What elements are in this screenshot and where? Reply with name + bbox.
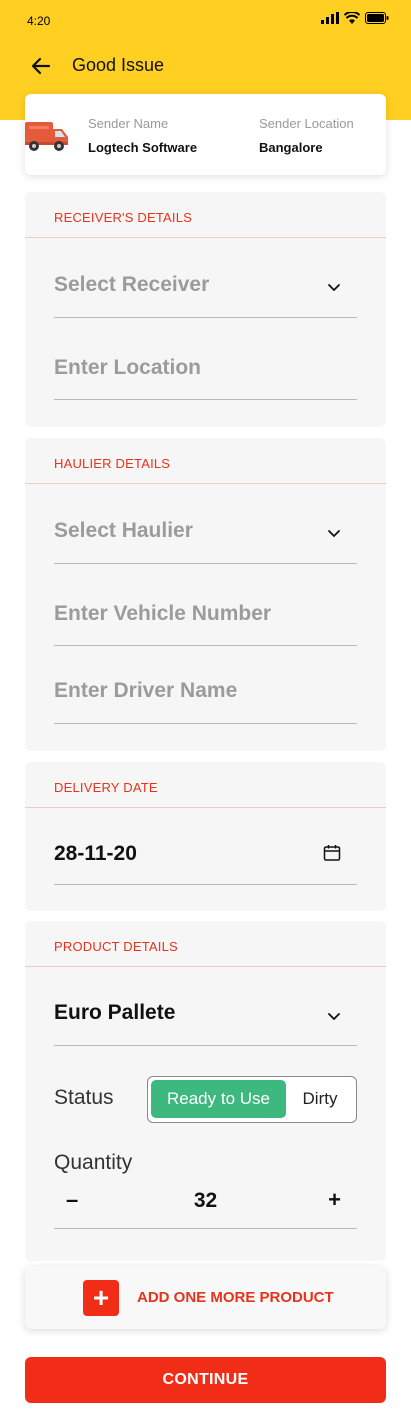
quantity-increment-button[interactable]: + bbox=[328, 1187, 341, 1213]
sender-name-value: Logtech Software bbox=[88, 140, 198, 155]
add-product-label[interactable]: ADD ONE MORE PRODUCT bbox=[137, 1289, 334, 1306]
driver-name-placeholder: Enter Driver Name bbox=[54, 679, 238, 702]
section-divider bbox=[25, 966, 386, 967]
vehicle-number-input[interactable]: Enter Vehicle Number bbox=[54, 594, 357, 646]
truck-icon bbox=[25, 122, 68, 151]
status-label: Status bbox=[54, 1086, 114, 1109]
select-receiver-placeholder: Select Receiver bbox=[54, 273, 210, 296]
back-arrow-icon[interactable] bbox=[30, 55, 52, 77]
sender-name-label: Sender Name bbox=[88, 116, 169, 131]
section-divider bbox=[25, 237, 386, 238]
receiver-section-title: RECEIVER'S DETAILS bbox=[54, 210, 193, 225]
chevron-down-icon bbox=[328, 284, 340, 292]
signal-icon bbox=[321, 12, 339, 24]
haulier-section-title: HAULIER DETAILS bbox=[54, 456, 171, 471]
sender-location-label: Sender Location bbox=[259, 116, 354, 131]
quantity-value: 32 bbox=[193, 1189, 218, 1212]
continue-button[interactable]: CONTINUE bbox=[25, 1357, 386, 1403]
status-option-ready[interactable]: Ready to Use bbox=[151, 1080, 286, 1118]
section-divider bbox=[25, 483, 386, 484]
product-dropdown[interactable]: Euro Pallete bbox=[54, 991, 357, 1046]
section-divider bbox=[25, 807, 386, 808]
product-selected-value: Euro Pallete bbox=[54, 1001, 176, 1024]
quantity-label: Quantity bbox=[54, 1151, 133, 1174]
delivery-section-title: DELIVERY DATE bbox=[54, 780, 158, 795]
wifi-icon bbox=[344, 12, 360, 24]
select-receiver-dropdown[interactable]: Select Receiver bbox=[54, 266, 357, 318]
product-section-title: PRODUCT DETAILS bbox=[54, 939, 178, 954]
add-icon[interactable]: + bbox=[83, 1280, 119, 1316]
select-haulier-dropdown[interactable]: Select Haulier bbox=[54, 512, 357, 564]
add-product-bar[interactable]: + ADD ONE MORE PRODUCT bbox=[25, 1266, 386, 1329]
status-time: 4:20 bbox=[27, 14, 51, 28]
delivery-date-section: DELIVERY DATE 28-11-20 bbox=[25, 762, 386, 911]
sender-location-value: Bangalore bbox=[259, 140, 323, 155]
quantity-stepper: – 32 + bbox=[54, 1181, 357, 1229]
select-haulier-placeholder: Select Haulier bbox=[54, 519, 193, 542]
delivery-date-value: 28-11-20 bbox=[54, 842, 137, 865]
chevron-down-icon bbox=[328, 1013, 340, 1021]
battery-icon bbox=[365, 12, 389, 24]
receiver-section: RECEIVER'S DETAILS Select Receiver Enter… bbox=[25, 192, 386, 427]
sender-location-group: Sender Location Bangalore bbox=[259, 116, 354, 155]
page-title: Good Issue bbox=[72, 55, 165, 75]
vehicle-number-placeholder: Enter Vehicle Number bbox=[54, 602, 272, 625]
driver-name-input[interactable]: Enter Driver Name bbox=[54, 672, 357, 724]
haulier-section: HAULIER DETAILS Select Haulier Enter Veh… bbox=[25, 438, 386, 751]
status-segmented-control: Ready to Use Dirty bbox=[147, 1076, 357, 1123]
location-placeholder: Enter Location bbox=[54, 356, 202, 379]
product-section: PRODUCT DETAILS Euro Pallete Status Read… bbox=[25, 921, 386, 1261]
delivery-date-field[interactable]: 28-11-20 bbox=[54, 832, 357, 885]
location-input[interactable]: Enter Location bbox=[54, 348, 357, 400]
chevron-down-icon bbox=[328, 530, 340, 538]
sender-card: Sender Name Logtech Software Sender Loca… bbox=[25, 94, 386, 175]
status-icons bbox=[321, 12, 389, 24]
calendar-icon[interactable] bbox=[323, 844, 341, 862]
status-option-dirty[interactable]: Dirty bbox=[286, 1080, 354, 1118]
sender-name-group: Sender Name Logtech Software bbox=[88, 116, 197, 155]
